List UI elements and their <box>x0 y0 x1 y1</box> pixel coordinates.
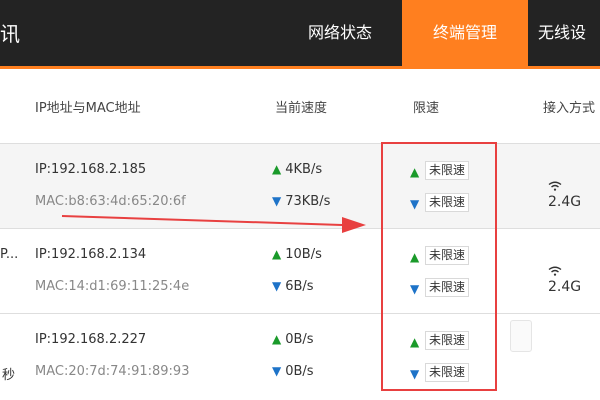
access-method: 2.4G <box>548 263 600 295</box>
mac-address: MAC:20:7d:74:91:89:93 <box>35 364 190 379</box>
tab-network-status[interactable]: 网络状态 <box>288 0 392 66</box>
arrow-down-icon: ▼ <box>272 279 282 293</box>
brand-title: 讯 <box>0 22 20 46</box>
header-access-method: 接入方式 <box>543 101 596 116</box>
tab-terminal-management[interactable]: 终端管理 <box>402 0 528 66</box>
wifi-icon <box>548 266 562 276</box>
device-name: 秒 <box>2 368 16 383</box>
upload-speed: ▲ 4KB/s <box>272 162 323 177</box>
upload-speed: ▲ 10B/s <box>272 247 322 262</box>
arrow-up-icon: ▲ <box>272 332 282 346</box>
table-row: P... IP:192.168.2.134 MAC:14:d1:69:11:25… <box>0 229 600 313</box>
download-speed: ▼ 0B/s <box>272 364 314 379</box>
speed-limit-highlight-box <box>381 142 497 391</box>
table-header: IP地址与MAC地址 当前速度 限速 接入方式 <box>0 69 600 144</box>
mac-address: MAC:14:d1:69:11:25:4e <box>35 279 190 294</box>
ip-address: IP:192.168.2.227 <box>35 332 147 347</box>
arrow-down-icon: ▼ <box>272 364 282 378</box>
tab-wireless-settings[interactable]: 无线设 <box>538 0 600 66</box>
header-speed-limit: 限速 <box>413 101 440 116</box>
arrow-up-icon: ▲ <box>272 247 282 261</box>
wifi-icon <box>548 181 562 191</box>
ip-address: IP:192.168.2.185 <box>35 162 147 177</box>
header-current-speed: 当前速度 <box>275 101 328 116</box>
device-name: P... <box>0 247 19 262</box>
download-speed: ▼ 6B/s <box>272 279 314 294</box>
mac-address: MAC:b8:63:4d:65:20:6f <box>35 194 186 209</box>
annotation-arrow-icon <box>61 215 366 233</box>
arrow-down-icon: ▼ <box>272 194 282 208</box>
arrow-up-icon: ▲ <box>272 162 282 176</box>
access-method: 2.4G <box>548 178 600 210</box>
upload-speed: ▲ 0B/s <box>272 332 314 347</box>
scroll-handle[interactable] <box>510 320 532 352</box>
top-nav-bar: 讯 网络状态 终端管理 无线设 <box>0 0 600 66</box>
ip-address: IP:192.168.2.134 <box>35 247 147 262</box>
download-speed: ▼ 73KB/s <box>272 194 331 209</box>
header-ip-mac: IP地址与MAC地址 <box>35 101 141 116</box>
